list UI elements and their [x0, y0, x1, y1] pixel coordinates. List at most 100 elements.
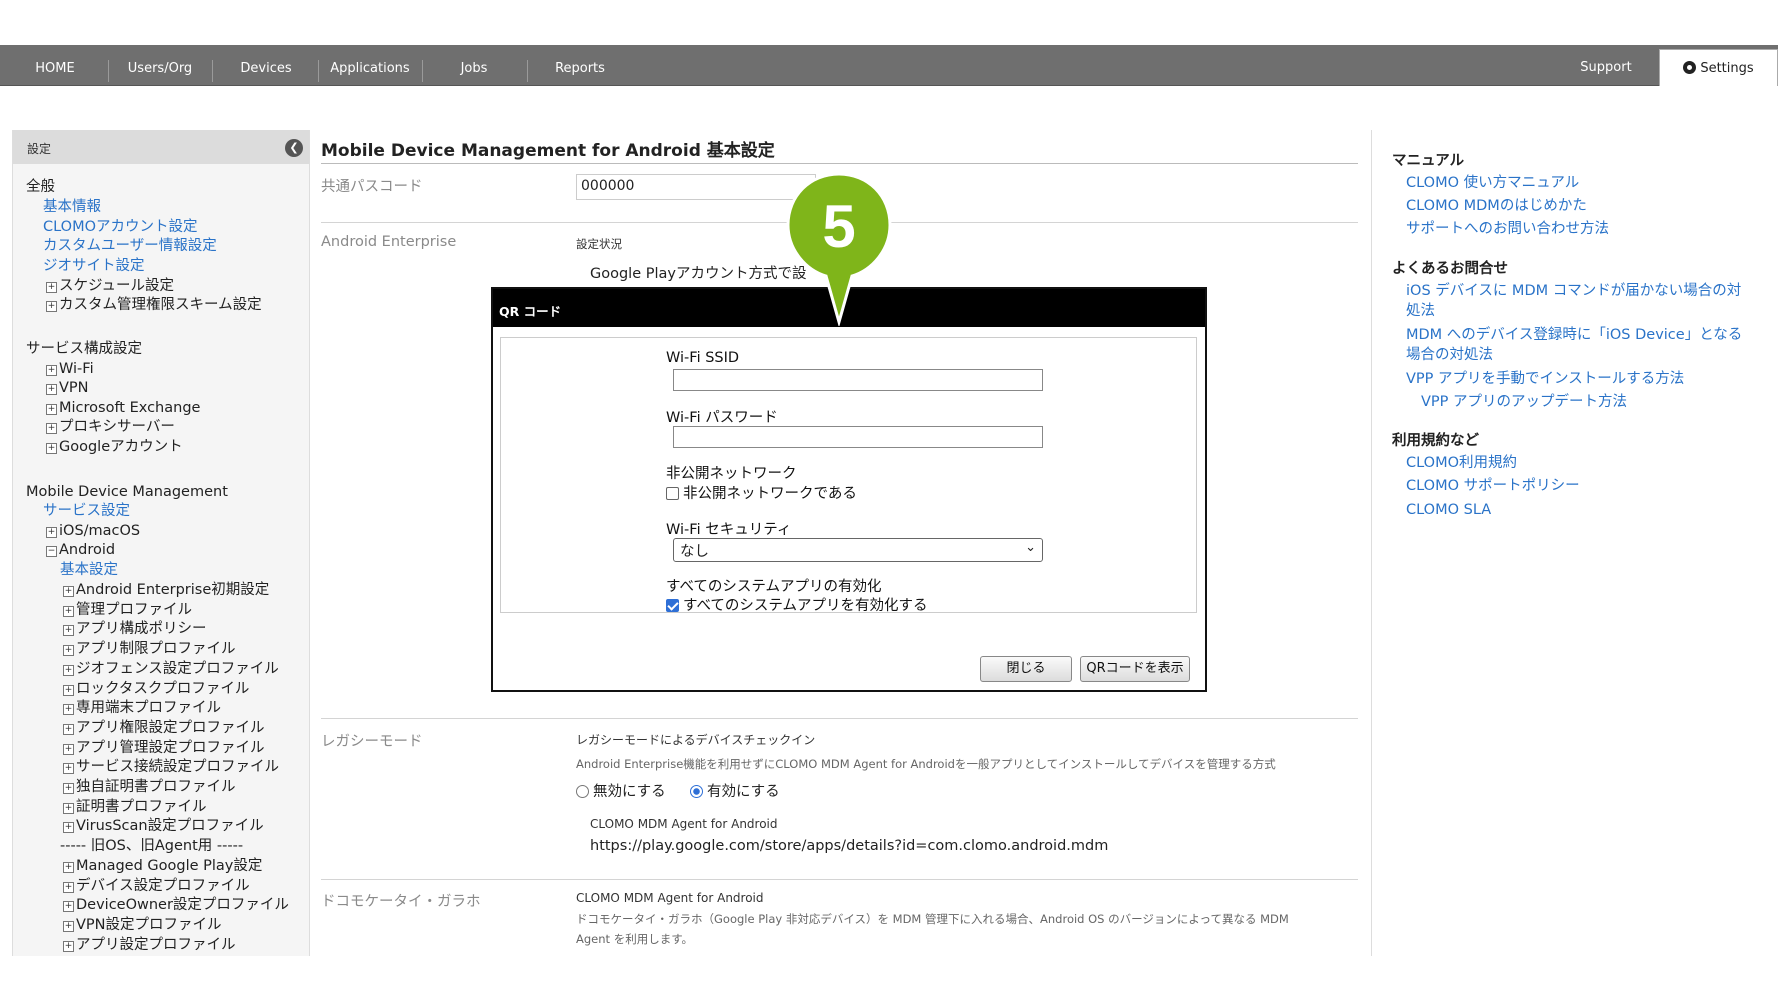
sidebar-item-android-sub[interactable]: + アプリ制限プロファイル	[63, 640, 236, 659]
expand-icon: +	[63, 901, 74, 913]
nav-support[interactable]: Support	[1566, 45, 1646, 85]
nav-settings-label: Settings	[1700, 61, 1754, 76]
nav-home[interactable]: HOME	[22, 45, 88, 85]
sidebar-item-legacy[interactable]: + アプリ設定プロファイル	[63, 936, 236, 955]
legacy-disable-radio[interactable]: 無効にする	[576, 780, 666, 801]
faq-link[interactable]: VPP アプリを手動でインストールする方法	[1406, 370, 1684, 389]
sidebar-title: 設定	[27, 142, 52, 156]
sidebar-item-service-settings[interactable]: サービス設定	[43, 502, 130, 521]
sidebar-item-schedule[interactable]: + スケジュール設定	[46, 277, 174, 296]
passcode-field[interactable]: 000000	[576, 174, 816, 200]
sidebar-item-android-basic[interactable]: 基本設定	[60, 561, 118, 580]
manual-link[interactable]: CLOMO MDMのはじめかた	[1406, 197, 1587, 216]
sidebar-item-android-sub[interactable]: + 証明書プロファイル	[63, 798, 207, 817]
sidebar-item-ios-macos[interactable]: + iOS/macOS	[46, 522, 140, 541]
sidebar-item-geosite[interactable]: ジオサイト設定	[43, 257, 145, 276]
sidebar-item-android-sub[interactable]: + アプリ管理設定プロファイル	[63, 739, 265, 758]
manual-link[interactable]: サポートへのお問い合わせ方法	[1406, 220, 1609, 239]
terms-link[interactable]: CLOMO SLA	[1406, 501, 1491, 520]
faq-link[interactable]: VPP アプリのアップデート方法	[1421, 393, 1627, 412]
sidebar-item-google-account[interactable]: + Googleアカウント	[46, 438, 183, 457]
faq-link[interactable]: MDM へのデバイス登録時に「iOS Device」となる	[1406, 326, 1742, 345]
show-qr-button[interactable]: QRコードを表示	[1080, 656, 1190, 682]
wifi-ssid-input[interactable]	[673, 369, 1043, 391]
sidebar-item-vpn[interactable]: + VPN	[46, 379, 89, 398]
expand-icon: +	[63, 861, 74, 873]
expand-icon: +	[63, 881, 74, 893]
agent-label: CLOMO MDM Agent for Android	[590, 817, 778, 831]
sidebar-item-android[interactable]: − Android	[46, 541, 115, 560]
help-panel: マニュアル CLOMO 使い方マニュアル CLOMO MDMのはじめかた サポー…	[1371, 130, 1778, 956]
sidebar-item-android-sub[interactable]: + ロックタスクプロファイル	[63, 680, 249, 699]
sidebar-item-custom-user-info[interactable]: カスタムユーザー情報設定	[43, 237, 217, 256]
sidebar-item-exchange[interactable]: + Microsoft Exchange	[46, 399, 200, 418]
android-enterprise-label: Android Enterprise	[321, 234, 457, 250]
expand-icon: +	[63, 802, 74, 814]
sidebar-item-legacy[interactable]: + デバイス設定プロファイル	[63, 877, 250, 896]
nav-devices[interactable]: Devices	[220, 45, 312, 85]
sidebar-item-legacy[interactable]: + DeviceOwner設定プロファイル	[63, 896, 289, 915]
sidebar-item-android-sub[interactable]: + 専用端末プロファイル	[63, 699, 221, 718]
wifi-security-select[interactable]: なし ⌄	[673, 538, 1043, 562]
sidebar-item-wifi[interactable]: + Wi-Fi	[46, 360, 94, 379]
nav-users-org[interactable]: Users/Org	[115, 45, 205, 85]
agent-url: https://play.google.com/store/apps/detai…	[590, 838, 1109, 854]
expand-icon: +	[63, 783, 74, 794]
sidebar-item-android-sub[interactable]: + アプリ権限設定プロファイル	[63, 719, 265, 738]
faq-link-cont[interactable]: 処法	[1406, 302, 1435, 321]
sidebar-item-android-sub[interactable]: + Android Enterprise初期設定	[63, 581, 269, 600]
docomo-title: CLOMO MDM Agent for Android	[576, 891, 764, 905]
sidebar-section-mdm: Mobile Device Management	[26, 484, 228, 500]
qr-code-dialog: QR コード Wi-Fi SSID Wi-Fi パスワード 非公開ネットワーク …	[491, 287, 1207, 692]
manual-heading: マニュアル	[1392, 153, 1465, 169]
expand-icon: +	[63, 723, 74, 735]
sidebar-item-android-sub[interactable]: + VirusScan設定プロファイル	[63, 817, 264, 836]
sidebar-item-basic-info[interactable]: 基本情報	[43, 198, 101, 217]
sidebar-item-android-sub[interactable]: + アプリ構成ポリシー	[63, 620, 207, 639]
terms-link[interactable]: CLOMO利用規約	[1406, 454, 1517, 473]
close-button[interactable]: 閉じる	[980, 656, 1072, 682]
wifi-ssid-label: Wi-Fi SSID	[666, 350, 740, 366]
sidebar-item-custom-admin-scheme[interactable]: + カスタム管理権限スキーム設定	[46, 296, 262, 315]
passcode-label: 共通パスコード	[321, 179, 423, 195]
sidebar-item-android-sub[interactable]: + ジオフェンス設定プロファイル	[63, 660, 279, 679]
row-divider	[321, 718, 1358, 719]
chevron-left-circle-icon[interactable]: ❮	[285, 139, 303, 157]
marker-number: 5	[822, 193, 855, 260]
nav-applications[interactable]: Applications	[322, 45, 418, 85]
expand-icon: +	[63, 684, 74, 696]
system-apps-checkbox[interactable]: すべてのシステムアプリを有効化する	[666, 594, 927, 615]
legacy-enable-radio[interactable]: 有効にする	[690, 780, 780, 801]
expand-icon: +	[46, 384, 57, 395]
sidebar-item-android-sub[interactable]: + サービス接続設定プロファイル	[63, 758, 279, 777]
top-nav-bar: HOME Users/Org Devices Applications Jobs…	[0, 45, 1778, 86]
expand-icon: +	[46, 365, 57, 376]
row-divider	[321, 879, 1358, 880]
settings-sidebar: 設定 ❮ 全般 基本情報 CLOMOアカウント設定 カスタムユーザー情報設定 ジ…	[12, 130, 310, 956]
terms-link[interactable]: CLOMO サポートポリシー	[1406, 477, 1580, 496]
expand-icon: +	[63, 664, 74, 676]
faq-link[interactable]: iOS デバイスに MDM コマンドが届かない場合の対	[1406, 282, 1741, 301]
sidebar-item-proxy[interactable]: + プロキシサーバー	[46, 418, 175, 437]
nav-divider	[527, 60, 528, 82]
sidebar-item-legacy[interactable]: + VPN設定プロファイル	[63, 916, 222, 935]
sidebar-item-android-sub[interactable]: + 管理プロファイル	[63, 601, 192, 620]
nav-jobs[interactable]: Jobs	[428, 45, 520, 85]
legacy-description: Android Enterprise機能を利用せずにCLOMO MDM Agen…	[576, 757, 1276, 771]
faq-link-cont[interactable]: 場合の対処法	[1406, 346, 1493, 365]
nav-settings-tab[interactable]: Settings	[1659, 49, 1778, 86]
sidebar-item-clomo-account[interactable]: CLOMOアカウント設定	[43, 218, 198, 237]
hidden-network-label: 非公開ネットワーク	[666, 466, 797, 482]
title-divider	[321, 163, 1358, 164]
gear-icon	[1683, 61, 1697, 74]
wifi-security-value: なし	[680, 544, 709, 560]
nav-reports[interactable]: Reports	[535, 45, 625, 85]
sidebar-item-legacy[interactable]: + Managed Google Play設定	[63, 857, 262, 876]
hidden-network-checkbox[interactable]: 非公開ネットワークである	[666, 482, 857, 503]
expand-icon: +	[46, 443, 57, 454]
wifi-password-input[interactable]	[673, 426, 1043, 448]
expand-icon: +	[63, 763, 74, 775]
sidebar-item-android-sub[interactable]: + 独自証明書プロファイル	[63, 778, 236, 797]
manual-link[interactable]: CLOMO 使い方マニュアル	[1406, 174, 1579, 193]
wifi-security-label: Wi-Fi セキュリティ	[666, 522, 792, 538]
